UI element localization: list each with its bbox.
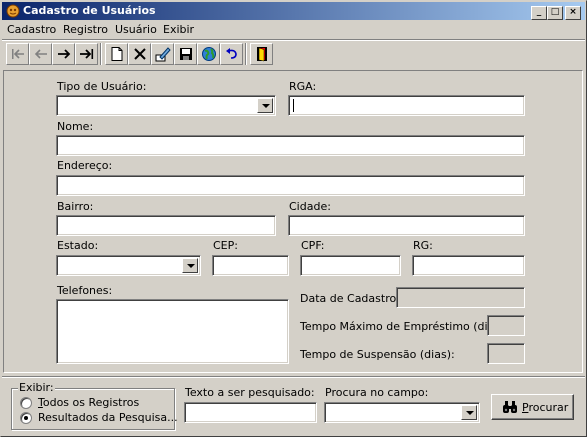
first-record-icon <box>12 49 24 59</box>
previous-record-button[interactable] <box>29 43 52 65</box>
cpf-label: CPF: <box>301 239 325 252</box>
tipo-usuario-dropdown-button[interactable] <box>257 98 273 113</box>
save-record-button[interactable] <box>174 43 197 65</box>
procura-campo-label: Procura no campo: <box>325 386 429 399</box>
rga-input[interactable] <box>288 95 525 116</box>
endereco-label: Endereço: <box>57 159 113 172</box>
cidade-input[interactable] <box>288 215 525 236</box>
tipo-usuario-label: Tipo de Usuário: <box>57 80 147 93</box>
last-record-icon <box>80 49 94 59</box>
new-document-icon <box>111 47 123 61</box>
data-cadastro-field <box>396 287 525 308</box>
toolbar-divider-highlight <box>2 40 585 41</box>
bairro-label: Bairro: <box>57 200 94 213</box>
radio-resultados-pesquisa-label[interactable]: Resultados da Pesquisa... <box>38 411 178 424</box>
undo-icon <box>226 48 237 59</box>
texto-pesquisado-input[interactable] <box>184 402 317 423</box>
tempo-suspensao-label: Tempo de Suspensão (dias): <box>300 348 455 361</box>
procura-campo-combo[interactable] <box>324 402 480 423</box>
cpf-input[interactable] <box>300 255 401 276</box>
toolbar-separator <box>100 43 102 65</box>
web-button[interactable] <box>197 43 220 65</box>
cep-label: CEP: <box>213 239 238 252</box>
title-bar[interactable]: Cadastro de Usuários _ □ × <box>2 2 585 20</box>
next-record-icon <box>58 49 71 59</box>
undo-button[interactable] <box>220 43 243 65</box>
next-record-button[interactable] <box>52 43 75 65</box>
last-record-button[interactable] <box>75 43 98 65</box>
text-caret <box>293 99 294 112</box>
rga-label: RGA: <box>289 80 317 93</box>
radio-selected-dot <box>24 416 28 420</box>
delete-record-button[interactable] <box>128 43 151 65</box>
nome-label: Nome: <box>57 120 94 133</box>
estado-combo[interactable] <box>56 255 201 276</box>
close-button[interactable]: × <box>565 6 581 20</box>
tipo-usuario-combo[interactable] <box>56 95 276 116</box>
tempo-suspensao-field <box>487 343 525 364</box>
radio-resultados-pesquisa[interactable] <box>20 412 32 424</box>
window-title: Cadastro de Usuários <box>23 4 156 17</box>
texto-pesquisado-label: Texto a ser pesquisado: <box>185 386 315 399</box>
procurar-button-label: Procurar <box>522 401 568 414</box>
edit-icon <box>155 47 171 62</box>
telefones-textarea[interactable] <box>56 299 289 364</box>
procura-campo-dropdown-button[interactable] <box>461 405 477 420</box>
exibir-caption: Exibir: <box>18 381 55 394</box>
app-icon <box>6 4 20 18</box>
exit-door-icon <box>257 47 267 62</box>
maximize-button[interactable]: □ <box>547 6 563 20</box>
save-icon <box>180 48 192 60</box>
menu-cadastro[interactable]: Cadastro <box>7 23 56 36</box>
tempo-max-emprestimo-field <box>487 315 525 336</box>
previous-record-icon <box>34 49 47 59</box>
procurar-text: rocurar <box>528 401 569 414</box>
chevron-down-icon <box>262 104 270 108</box>
tempo-max-emprestimo-label: Tempo Máximo de Empréstimo (dias): <box>300 320 509 333</box>
nome-input[interactable] <box>56 135 525 156</box>
cep-input[interactable] <box>212 255 289 276</box>
menu-usuario[interactable]: Usuário <box>115 23 157 36</box>
estado-dropdown-button[interactable] <box>182 258 198 273</box>
endereco-input[interactable] <box>56 175 525 196</box>
rg-label: RG: <box>413 239 433 252</box>
procurar-button[interactable]: Procurar <box>491 394 574 420</box>
exit-button[interactable] <box>250 43 273 65</box>
binoculars-icon <box>503 401 517 413</box>
radio-todos-registros[interactable] <box>20 397 32 409</box>
first-record-button[interactable] <box>6 43 29 65</box>
telefones-label: Telefones: <box>57 284 113 297</box>
globe-icon <box>202 47 216 61</box>
toolbar-separator <box>245 43 247 65</box>
radio-todos-registros-label[interactable]: Todos os Registros <box>38 396 139 409</box>
bottom-divider-highlight <box>2 377 585 378</box>
data-cadastro-label: Data de Cadastro: <box>300 292 400 305</box>
menu-registro[interactable]: Registro <box>63 23 108 36</box>
menu-bar: Cadastro Registro Usuário Exibir <box>2 21 585 39</box>
estado-label: Estado: <box>57 239 99 252</box>
delete-icon <box>134 48 146 60</box>
new-record-button[interactable] <box>105 43 128 65</box>
chevron-down-icon <box>466 411 474 415</box>
bairro-input[interactable] <box>56 215 276 236</box>
menu-exibir[interactable]: Exibir <box>163 23 194 36</box>
chevron-down-icon <box>187 264 195 268</box>
minimize-button[interactable]: _ <box>531 6 547 20</box>
rg-input[interactable] <box>412 255 525 276</box>
radio-todos-text: odos os Registros <box>42 396 140 409</box>
edit-record-button[interactable] <box>151 43 174 65</box>
cidade-label: Cidade: <box>289 200 331 213</box>
